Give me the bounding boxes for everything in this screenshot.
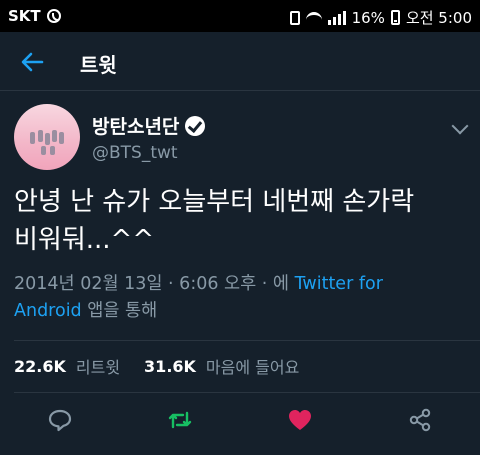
author-name-text: 방탄소년단 (92, 116, 180, 138)
carrier-label: SKT (8, 7, 41, 25)
share-icon (409, 408, 431, 432)
retweet-button[interactable] (166, 406, 194, 434)
reply-icon (48, 409, 72, 432)
tweet-text: 안녕 난 슈가 오늘부터 네번째 손가락 비워둬...^^ (14, 183, 469, 259)
like-label[interactable]: 마음에 들어요 (206, 354, 299, 378)
tweet-text-line: 안녕 난 슈가 오늘부터 네번째 손가락 (14, 187, 415, 217)
clock: 오전 5:00 (405, 9, 472, 27)
share-button[interactable] (406, 406, 434, 434)
back-arrow-icon (21, 52, 44, 72)
retweet-label[interactable]: 리트윗 (76, 354, 120, 378)
status-left: SKT (8, 7, 61, 25)
battery-icon (390, 10, 400, 25)
battery-percent: 16% (351, 8, 385, 27)
app-bar: 트윗 (0, 32, 480, 91)
avatar[interactable] (14, 104, 80, 170)
tweet-date: 2014년 02월 13일 · 6:06 오후 · 에 (14, 274, 295, 294)
status-right: 16% 오전 5:00 (289, 7, 472, 28)
retweet-icon (168, 411, 192, 429)
back-button[interactable] (18, 48, 46, 76)
divider (14, 392, 480, 393)
action-bar (0, 400, 480, 440)
like-button[interactable] (286, 406, 314, 434)
tweet-text-line: 비워둬...^^ (14, 225, 155, 255)
like-count[interactable]: 31.6K (144, 357, 196, 376)
source-link[interactable]: Twitter for (295, 274, 383, 294)
status-bar: SKT 16% 오전 5:00 (0, 0, 480, 32)
page-title: 트윗 (80, 53, 117, 77)
tweet-meta: 2014년 02월 13일 · 6:06 오후 · 에 Twitter for … (14, 271, 469, 325)
verified-icon (185, 115, 206, 136)
tweet-stats: 22.6K 리트윗 31.6K 마음에 들어요 (14, 354, 313, 378)
signal-icon (327, 10, 346, 25)
source-link-cont[interactable]: Android (14, 301, 82, 321)
author-name[interactable]: 방탄소년단 (92, 112, 206, 139)
wifi-icon (305, 11, 322, 24)
retweet-count[interactable]: 22.6K (14, 357, 66, 376)
author-handle[interactable]: @BTS_twt (92, 143, 178, 163)
source-suffix: 앱을 통해 (81, 301, 158, 321)
reply-button[interactable] (46, 406, 74, 434)
divider (14, 340, 480, 341)
heart-icon (289, 410, 311, 430)
chevron-down-icon[interactable] (451, 117, 469, 135)
tweet-header: 방탄소년단 @BTS_twt (0, 92, 480, 172)
vibrate-icon (289, 10, 300, 25)
carrier-icon (46, 9, 61, 23)
